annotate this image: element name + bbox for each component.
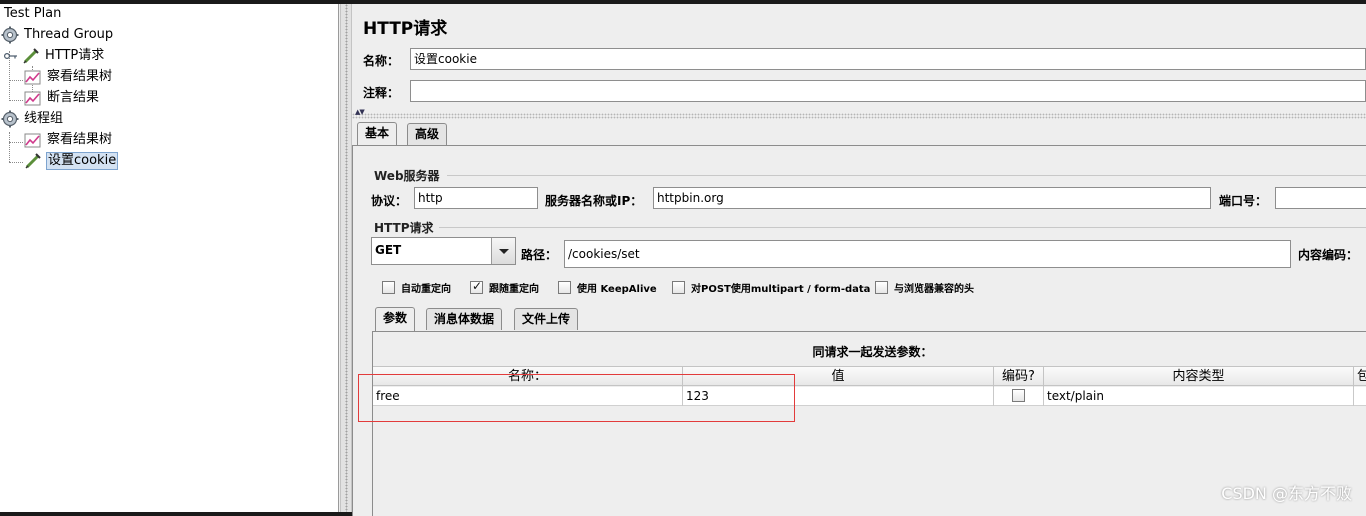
follow-redirect-checkbox[interactable]: 跟随重定向 (470, 279, 539, 295)
tree-item-set-cookie[interactable]: 设置cookie (24, 151, 119, 171)
param-include-equals-cell[interactable] (1354, 387, 1366, 406)
tree-item-label: 断言结果 (47, 90, 100, 105)
comment-field[interactable] (410, 80, 1366, 102)
basic-tab-pane: Web服务器 协议： http 服务器名称或IP： httpbin.org 端口… (352, 145, 1366, 516)
path-label: 路径： (521, 248, 558, 262)
keepalive-checkbox[interactable]: 使用 KeepAlive (558, 280, 657, 295)
chart-icon (24, 89, 42, 107)
name-label: 名称： (363, 54, 400, 68)
comment-label: 注释： (363, 86, 400, 100)
multipart-checkbox[interactable]: 对POST使用multipart / form-data (672, 280, 870, 295)
tree-connector (9, 162, 23, 163)
tree-item-label: Test Plan (4, 6, 62, 21)
checkbox-label: 跟随重定向 (489, 284, 539, 295)
auto-redirect-checkbox[interactable]: 自动重定向 (382, 280, 451, 295)
http-request-group-title: HTTP请求 (374, 221, 434, 235)
param-content-type-cell[interactable]: text/plain (1044, 387, 1354, 406)
protocol-field[interactable]: http (414, 187, 538, 209)
method-select[interactable]: GET (371, 237, 516, 265)
tree-connector (9, 100, 23, 101)
split-pane-divider[interactable] (340, 4, 352, 512)
chart-icon (24, 68, 42, 86)
tree-item-label: 察看结果树 (47, 132, 113, 147)
checkbox-label: 与浏览器兼容的头 (894, 284, 974, 295)
server-name-field[interactable]: httpbin.org (653, 187, 1211, 209)
method-value: GET (375, 243, 402, 257)
tree-item-label: HTTP请求 (45, 48, 105, 63)
test-plan-tree[interactable]: Test Plan Thread Group HTTP请求 察看结果树 断言结果… (0, 4, 339, 512)
collapse-arrows-icon[interactable]: ▲▼ (355, 108, 365, 116)
highlight-box (358, 374, 795, 422)
column-header-content-type[interactable]: 内容类型 (1044, 367, 1354, 387)
pipette-icon (24, 152, 42, 170)
tab-files-upload[interactable]: 文件上传 (514, 308, 579, 330)
checkbox-box[interactable] (382, 281, 395, 294)
param-encode-cell[interactable] (994, 387, 1044, 406)
tab-basic[interactable]: 基本 (357, 122, 398, 146)
browser-headers-checkbox[interactable]: 与浏览器兼容的头 (875, 280, 974, 295)
tree-item-label: Thread Group (24, 27, 114, 42)
tab-advanced[interactable]: 高级 (407, 123, 448, 145)
server-name-label: 服务器名称或IP： (545, 194, 643, 208)
checkbox-label: 对POST使用multipart / form-data (691, 284, 871, 295)
page-title: HTTP请求 (363, 19, 448, 39)
tree-item-thread-group-cn[interactable]: 线程组 (1, 109, 64, 129)
collapse-divider[interactable] (352, 113, 1366, 119)
chart-icon (24, 131, 42, 149)
tree-connector (9, 142, 23, 143)
table-caption: 同请求一起发送参数： (812, 345, 933, 359)
content-encoding-label: 内容编码： (1298, 248, 1359, 262)
http-request-panel: HTTP请求 名称： 设置cookie 注释： ▲▼ 基本 高级 Web服务器 … (352, 4, 1366, 516)
column-header-include-equals[interactable]: 包 (1354, 367, 1366, 387)
tab-body-data[interactable]: 消息体数据 (426, 308, 503, 330)
tree-item-thread-group[interactable]: Thread Group (1, 25, 114, 45)
gear-icon (1, 110, 19, 128)
checkbox-box[interactable] (875, 281, 888, 294)
parameters-pane: 同请求一起发送参数： 名称： 值 编码? 内容类型 包 free 123 tex… (372, 331, 1366, 516)
tree-item-view-results-tree-2[interactable]: 察看结果树 (24, 130, 113, 150)
name-field[interactable]: 设置cookie (410, 48, 1366, 70)
tab-parameters[interactable]: 参数 (375, 307, 416, 331)
protocol-label: 协议： (371, 194, 408, 208)
checkbox-label: 使用 KeepAlive (577, 284, 657, 295)
tree-item-http-request[interactable]: HTTP请求 (3, 46, 105, 66)
pipette-icon (22, 47, 40, 65)
watermark: CSDN @东方不败 (1221, 484, 1352, 503)
tree-connector (9, 132, 10, 162)
tree-item-label: 设置cookie (46, 152, 119, 170)
gear-icon (1, 26, 19, 44)
port-label: 端口号： (1219, 194, 1268, 208)
tree-item-label: 线程组 (24, 111, 64, 126)
column-header-encode[interactable]: 编码? (994, 367, 1044, 387)
tree-connector (9, 80, 23, 81)
checkbox-box[interactable] (558, 281, 571, 294)
group-divider (447, 175, 1366, 176)
checkbox-label: 自动重定向 (401, 284, 451, 295)
web-server-group-title: Web服务器 (374, 169, 440, 183)
tree-item-label: 察看结果树 (47, 69, 113, 84)
key-expander-icon[interactable] (3, 47, 18, 65)
tree-item-test-plan[interactable]: Test Plan (3, 4, 62, 24)
tree-item-view-results-tree[interactable]: 察看结果树 (24, 67, 113, 87)
port-field[interactable] (1275, 187, 1366, 209)
tree-item-assertion-results[interactable]: 断言结果 (24, 88, 100, 108)
checkbox-box[interactable] (672, 281, 685, 294)
group-divider (439, 227, 1366, 228)
path-field[interactable]: /cookies/set (564, 240, 1291, 268)
jmeter-window: Test Plan Thread Group HTTP请求 察看结果树 断言结果… (0, 4, 1366, 516)
chevron-down-icon[interactable] (491, 238, 515, 264)
checkbox-box[interactable] (470, 279, 483, 294)
encode-checkbox[interactable] (1012, 389, 1025, 402)
